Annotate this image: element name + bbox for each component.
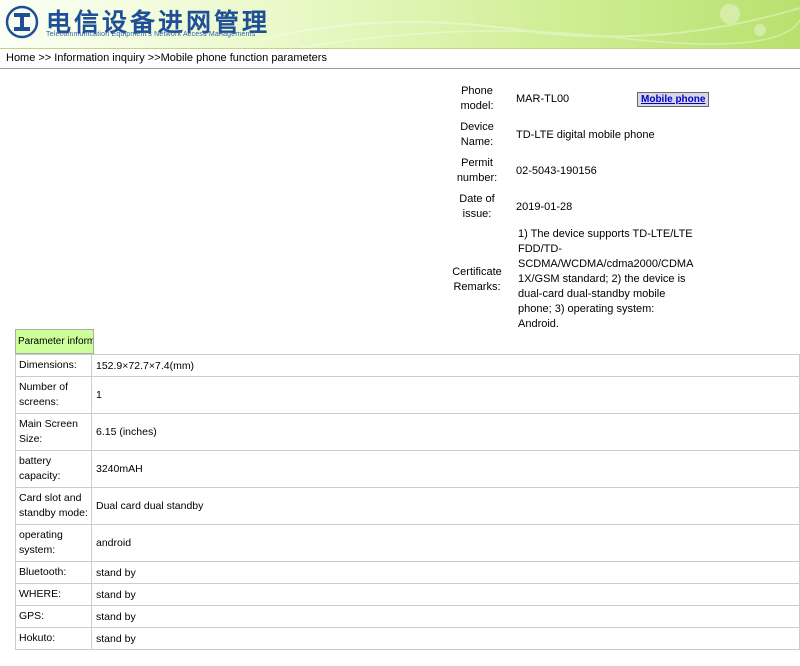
info-value: 1) The device supports TD-LTE/LTE FDD/TD…	[518, 228, 693, 330]
table-row: Bluetooth: stand by	[15, 561, 800, 584]
parameter-section: Parameter information Dimensions:152.9×7…	[15, 329, 800, 650]
info-label: Phone model:	[460, 85, 494, 112]
info-label: Device Name:	[460, 121, 494, 148]
info-label: Date of issue:	[459, 193, 495, 220]
breadcrumb-home-link[interactable]: Home	[6, 52, 35, 64]
param-value: Dual card dual standby	[91, 487, 800, 525]
network-access-logo-icon	[5, 5, 39, 39]
info-value: 02-5043-190156	[516, 164, 597, 177]
param-value: 152.9×72.7×7.4(mm)	[91, 354, 800, 377]
breadcrumb-separator: >>	[147, 52, 161, 64]
param-value: stand by	[91, 605, 800, 628]
info-value: 2019-01-28	[516, 200, 573, 213]
info-label: Certificate Remarks:	[452, 266, 502, 293]
table-row: Main Screen Size: 6.15 (inches)	[15, 413, 800, 451]
param-label: GPS:	[15, 605, 92, 628]
param-value: android	[91, 524, 800, 562]
table-row: Dimensions: 152.9×72.7×7.4(mm)	[15, 354, 800, 377]
breadcrumb-info-link[interactable]: Information inquiry	[54, 52, 145, 64]
device-info-panel: Phone model: MAR-TL00 Mobile phone Devic…	[450, 83, 800, 337]
info-row-model: Phone model: MAR-TL00	[450, 83, 800, 114]
info-value: TD-LTE digital mobile phone	[516, 128, 655, 141]
header-banner: 电信设备进网管理 Telecommunication Equipment's N…	[0, 0, 800, 49]
param-label: Dimensions:	[15, 354, 92, 377]
breadcrumb-current: Mobile phone function parameters	[160, 52, 327, 64]
breadcrumb: Home >> Information inquiry >>Mobile phone…	[0, 49, 800, 69]
param-value: stand by	[91, 627, 800, 650]
table-row: WHERE: stand by	[15, 583, 800, 606]
info-row-date: Date of issue: 2019-01-28	[450, 191, 800, 222]
table-row: Number of screens: 1	[15, 376, 800, 414]
param-value: stand by	[91, 583, 800, 606]
info-value: MAR-TL00	[516, 92, 570, 105]
info-row-remarks: Certificate Remarks: 1) The device suppo…	[450, 227, 800, 332]
info-label: Permit number:	[456, 157, 498, 184]
site-subtitle: Telecommunication Equipment's Network Ac…	[46, 31, 256, 38]
param-label: Number of screens:	[15, 376, 92, 414]
info-row-device-name: Device Name: TD-LTE digital mobile phone	[450, 119, 800, 150]
table-row: battery capacity: 3240mAH	[15, 450, 800, 488]
tab-parameter-information[interactable]: Parameter information	[15, 329, 94, 354]
table-row: Hokuto: stand by	[15, 627, 800, 650]
param-label: Card slot and standby mode:	[15, 487, 92, 525]
info-row-permit: Permit number: 02-5043-190156	[450, 155, 800, 186]
param-value: stand by	[91, 561, 800, 584]
parameter-table: Dimensions: 152.9×72.7×7.4(mm) Number of …	[15, 354, 800, 650]
param-value: 6.15 (inches)	[91, 413, 800, 451]
param-label: Hokuto:	[15, 627, 92, 650]
param-label: battery capacity:	[15, 450, 92, 488]
table-row: Card slot and standby mode: Dual card dua…	[15, 487, 800, 525]
param-value: 1	[91, 376, 800, 414]
mobile-phone-button[interactable]: Mobile phone	[637, 92, 710, 107]
table-row: operating system: android	[15, 524, 800, 562]
banner-decoration	[260, 4, 800, 48]
breadcrumb-separator: >>	[38, 52, 52, 64]
param-label: Main Screen Size:	[15, 413, 92, 451]
param-value: 3240mAH	[91, 450, 800, 488]
param-label: WHERE:	[15, 583, 92, 606]
table-row: GPS: stand by	[15, 605, 800, 628]
param-label: Bluetooth:	[15, 561, 92, 584]
param-label: operating system:	[15, 524, 92, 562]
